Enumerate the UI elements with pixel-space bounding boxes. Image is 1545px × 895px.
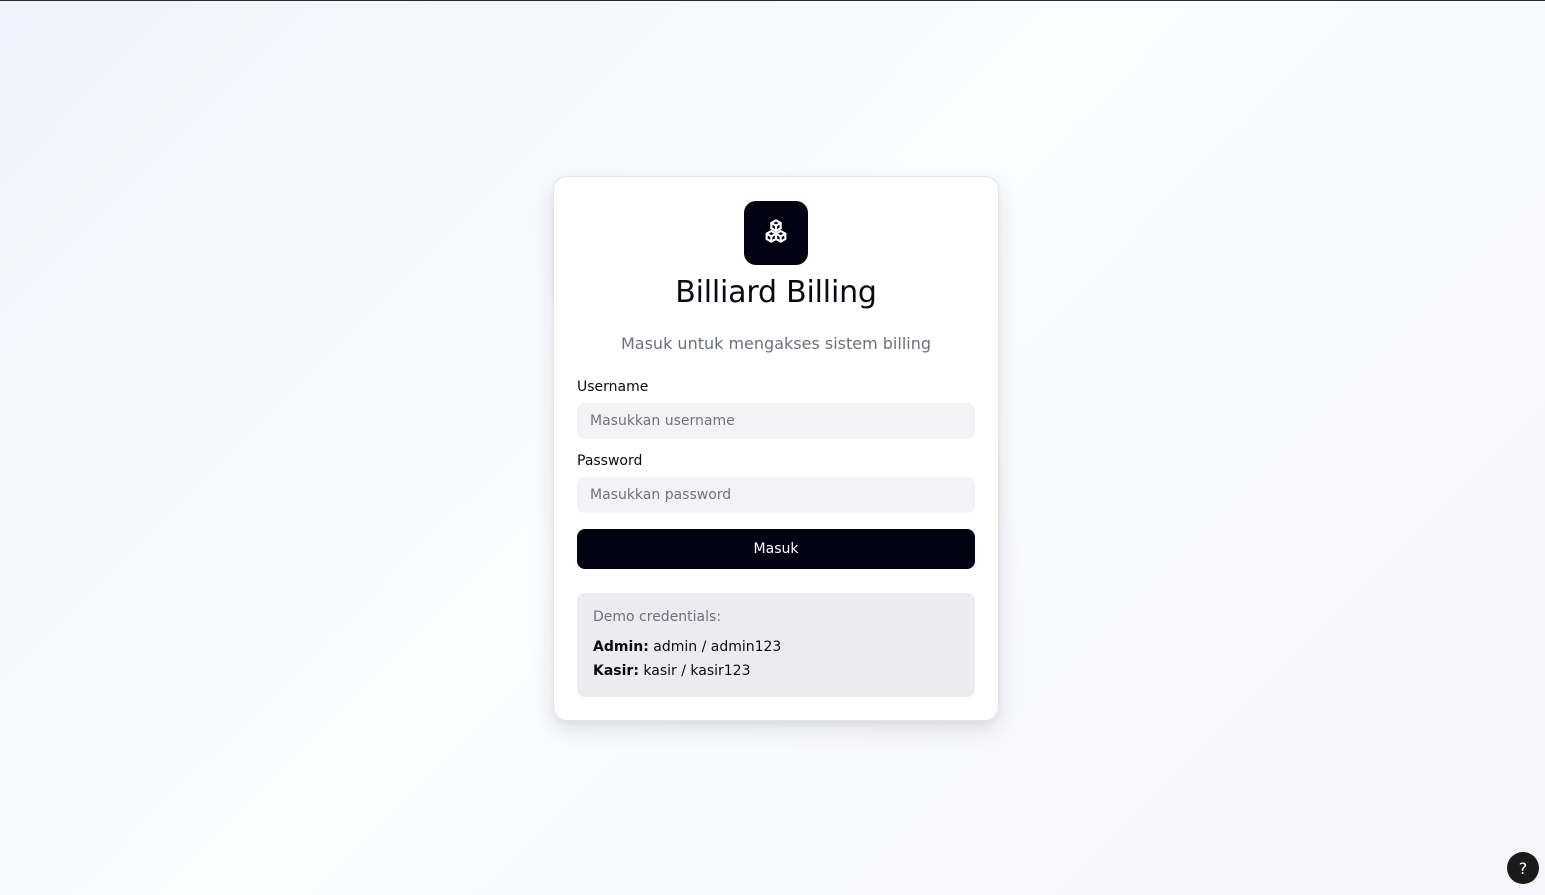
page-title: Billiard Billing bbox=[675, 275, 877, 310]
login-card: Billiard Billing Masuk untuk mengakses s… bbox=[553, 176, 999, 721]
login-button[interactable]: Masuk bbox=[577, 529, 975, 569]
boxes-icon bbox=[765, 219, 787, 243]
demo-kasir-label: Kasir: bbox=[593, 663, 639, 679]
demo-credentials-title: Demo credentials: bbox=[593, 609, 722, 625]
demo-admin-line: Admin: admin / admin123 bbox=[593, 635, 959, 659]
demo-credentials-box: Demo credentials: Admin: admin / admin12… bbox=[577, 593, 975, 697]
app-logo bbox=[744, 201, 808, 265]
demo-kasir-value: kasir / kasir123 bbox=[643, 663, 751, 679]
demo-admin-value: admin / admin123 bbox=[653, 639, 782, 655]
page-subtitle: Masuk untuk mengakses sistem billing bbox=[620, 334, 932, 353]
demo-admin-label: Admin: bbox=[593, 639, 649, 655]
username-label: Username bbox=[577, 379, 649, 395]
password-label: Password bbox=[577, 453, 643, 469]
password-input[interactable] bbox=[577, 477, 975, 513]
help-button[interactable]: ? bbox=[1507, 852, 1539, 884]
demo-kasir-line: Kasir: kasir / kasir123 bbox=[593, 659, 959, 683]
username-input[interactable] bbox=[577, 403, 975, 439]
